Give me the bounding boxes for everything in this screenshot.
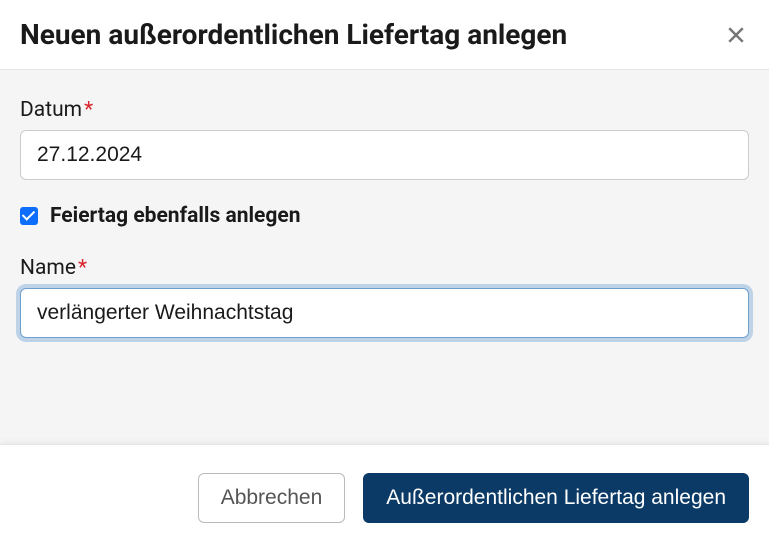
name-label: Name* (20, 256, 749, 280)
modal-body: Datum* Feiertag ebenfalls anlegen Name* (0, 70, 769, 384)
modal-header: Neuen außerordentlichen Liefertag anlege… (0, 0, 769, 70)
required-mark: * (84, 98, 93, 122)
date-input[interactable] (20, 130, 749, 180)
cancel-button[interactable]: Abbrechen (198, 473, 346, 523)
close-button[interactable] (723, 22, 749, 48)
date-label-text: Datum (20, 98, 82, 122)
name-field-group: Name* (20, 256, 749, 338)
holiday-checkbox[interactable] (20, 207, 38, 225)
required-mark: * (78, 256, 87, 280)
name-input[interactable] (20, 288, 749, 338)
date-label: Datum* (20, 98, 749, 122)
submit-button[interactable]: Außerordentlichen Liefertag anlegen (363, 473, 749, 523)
close-icon (727, 26, 745, 44)
date-field-group: Datum* (20, 98, 749, 180)
name-label-text: Name (20, 256, 76, 280)
modal-footer: Abbrechen Außerordentlichen Liefertag an… (0, 444, 769, 541)
holiday-checkbox-row: Feiertag ebenfalls anlegen (20, 204, 749, 228)
holiday-checkbox-label: Feiertag ebenfalls anlegen (50, 204, 300, 228)
modal-title: Neuen außerordentlichen Liefertag anlege… (20, 18, 567, 51)
create-delivery-day-modal: Neuen außerordentlichen Liefertag anlege… (0, 0, 769, 384)
